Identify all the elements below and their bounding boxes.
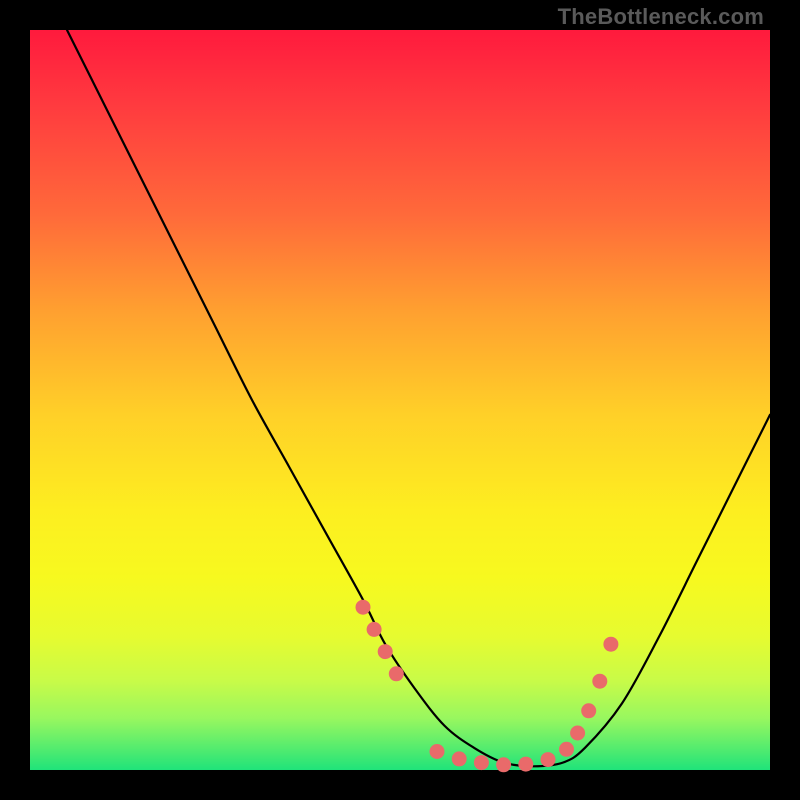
- bottleneck-curve: [67, 30, 770, 766]
- highlight-dot: [452, 751, 467, 766]
- highlight-dot: [570, 726, 585, 741]
- highlight-dot: [541, 752, 556, 767]
- highlight-dot: [430, 744, 445, 759]
- highlight-dot: [378, 644, 393, 659]
- highlight-dot: [518, 757, 533, 772]
- highlight-dots: [356, 600, 619, 773]
- chart-stage: TheBottleneck.com: [0, 0, 800, 800]
- highlight-dot: [356, 600, 371, 615]
- highlight-dot: [389, 666, 404, 681]
- highlight-dot: [603, 637, 618, 652]
- highlight-dot: [592, 674, 607, 689]
- highlight-dot: [367, 622, 382, 637]
- highlight-dot: [474, 755, 489, 770]
- highlight-dot: [581, 703, 596, 718]
- watermark-text: TheBottleneck.com: [558, 4, 764, 30]
- curve-layer: [30, 30, 770, 770]
- highlight-dot: [559, 742, 574, 757]
- highlight-dot: [496, 757, 511, 772]
